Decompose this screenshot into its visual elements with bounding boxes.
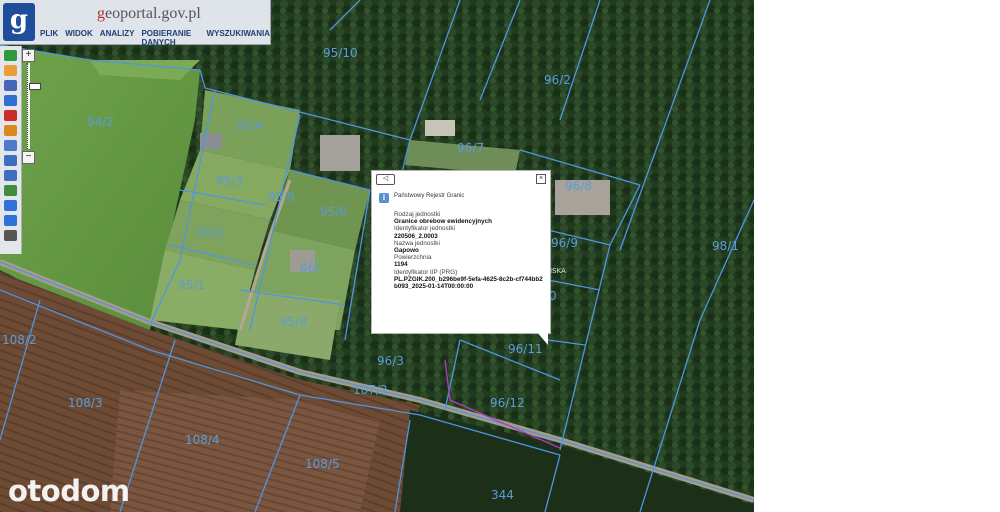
parcel-label: 96/8: [565, 179, 592, 193]
field-value: PL.PZGIK.200_b296be9f-5efa-4625-8c2b-cf7…: [394, 275, 543, 291]
parcel-label: 94/2: [87, 115, 114, 129]
parcel-label: 98/1: [712, 239, 739, 253]
parcel-label: 95/8: [280, 315, 307, 329]
tool-panel: [0, 46, 22, 254]
site-title-rest: eoportal.gov.pl: [105, 5, 201, 22]
zoom-in-button[interactable]: +: [22, 49, 35, 62]
popup-body: Rodzaj jednostki Granice obrebow ewidenc…: [394, 211, 544, 290]
info-popup: ◁ × i Państwowy Rejestr Granic Rodzaj je…: [371, 170, 551, 334]
parcel-label-fragment: 96/: [300, 261, 320, 275]
parcel-label: 96/2: [544, 73, 571, 87]
settings-gear-icon[interactable]: [4, 230, 17, 241]
main-menu: PLIK WIDOK ANALIZY POBIERANIE DANYCH WYS…: [40, 29, 270, 47]
globe-icon[interactable]: [4, 185, 17, 196]
field-value: Gapowo: [394, 247, 419, 255]
geoportal-logo: g: [3, 3, 35, 41]
field-value: 220506_2.0003: [394, 232, 438, 240]
parcel-label: 95/3: [216, 174, 243, 188]
menu-plik[interactable]: PLIK: [40, 29, 58, 47]
parcel-label: 108/5: [305, 457, 340, 471]
field-value: 1194: [394, 261, 408, 269]
menu-widok[interactable]: WIDOK: [65, 29, 93, 47]
parcel-label: 95/4: [236, 119, 263, 133]
parcel-label: 95/9: [268, 190, 295, 204]
popup-back-button[interactable]: ◁: [376, 174, 395, 185]
popup-header: Państwowy Rejestr Granic: [394, 193, 465, 199]
parcel-label: 96/3: [377, 354, 404, 368]
field-label: Identyfikator jednostki: [394, 225, 455, 233]
app-header: g geoportal.gov.pl PLIK WIDOK ANALIZY PO…: [0, 0, 271, 47]
field-value: Granice obrebow ewidencyjnych: [394, 218, 492, 226]
parcel-label: 96/12: [490, 396, 525, 410]
parcel-label: 95/1: [178, 278, 205, 292]
site-title: geoportal.gov.pl: [97, 5, 201, 23]
arrow-back-icon[interactable]: [4, 200, 17, 211]
hand-pan-icon[interactable]: [4, 65, 17, 76]
popup-pointer: [536, 331, 548, 345]
parcel-label: 96/7: [457, 141, 484, 155]
zoom-in-icon[interactable]: [4, 155, 17, 166]
zoom-out-button[interactable]: −: [22, 151, 35, 164]
otodom-watermark: otodom: [8, 474, 130, 508]
parcel-label: 107/2: [353, 383, 388, 397]
measure-icon[interactable]: [4, 110, 17, 121]
field-label: Identyfikator IIP (PRG): [394, 268, 458, 276]
road-label-fragment: ISKA: [550, 267, 566, 275]
ruler-icon[interactable]: [4, 140, 17, 151]
parcel-label: 344: [491, 488, 514, 502]
arrow-forward-icon[interactable]: [4, 215, 17, 226]
info-icon: i: [379, 193, 389, 203]
edit-pencil-icon[interactable]: [4, 125, 17, 136]
parcel-label: 95/10: [323, 46, 358, 60]
zoom-slider-thumb[interactable]: [29, 83, 41, 90]
parcel-label: 108/3: [68, 396, 103, 410]
zoom-slider-track[interactable]: [27, 63, 41, 149]
field-label: Nazwa jednostki: [394, 239, 440, 247]
menu-analizy[interactable]: ANALIZY: [100, 29, 135, 47]
site-title-initial: g: [97, 5, 105, 22]
parcel-label: 108/2: [2, 333, 37, 347]
parcel-label: 108/4: [185, 433, 220, 447]
zoom-out-icon[interactable]: [4, 170, 17, 181]
info-icon[interactable]: [4, 50, 17, 61]
popup-close-button[interactable]: ×: [536, 174, 546, 184]
menu-wyszukiwania[interactable]: WYSZUKIWANIA: [206, 29, 270, 47]
parcel-label: 95/6: [320, 205, 347, 219]
parcel-label: 96/9: [551, 236, 578, 250]
select-area-icon[interactable]: [4, 95, 17, 106]
legend-icon[interactable]: [4, 80, 17, 91]
parcel-label: 95/2: [197, 226, 224, 240]
field-label: Rodzaj jednostki: [394, 211, 441, 218]
field-label: Powierzchnia: [394, 254, 432, 262]
zoom-control: + −: [22, 49, 41, 164]
menu-pobieranie-danych[interactable]: POBIERANIE DANYCH: [141, 29, 199, 47]
